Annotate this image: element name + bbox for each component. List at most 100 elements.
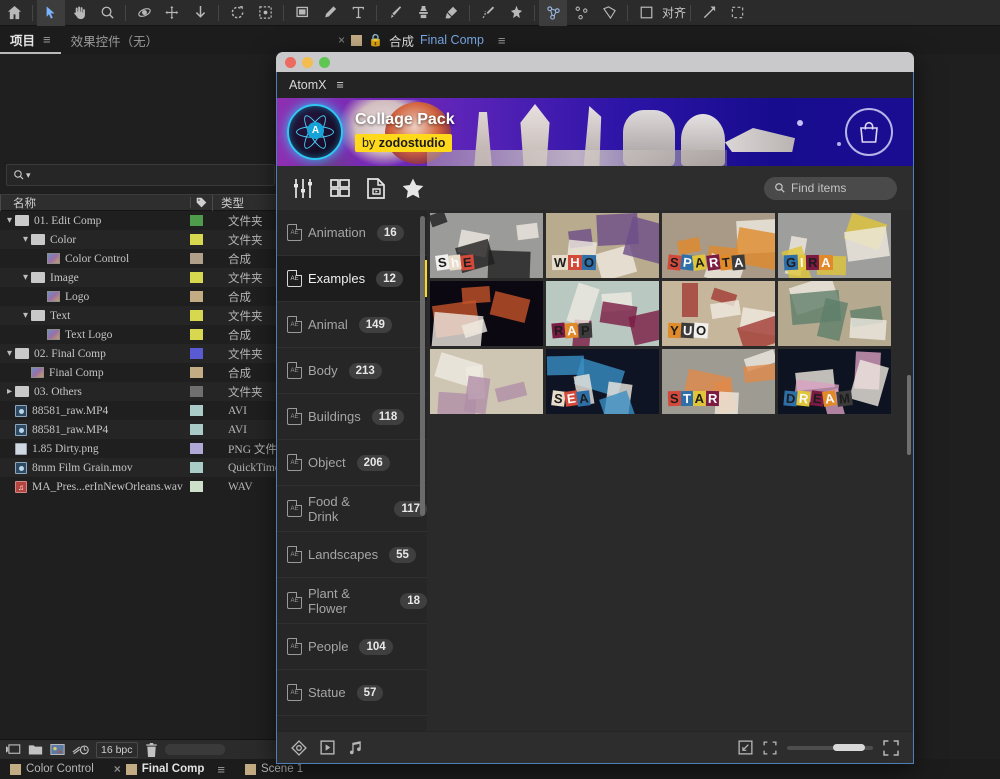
favorites-star-icon[interactable] [402, 178, 424, 199]
label-color-swatch[interactable] [190, 253, 228, 264]
rotation-tool-icon[interactable] [223, 0, 251, 26]
delete-icon[interactable] [145, 743, 158, 757]
new-folder-icon[interactable] [28, 743, 43, 756]
thumb-sea[interactable]: SEA [546, 349, 659, 414]
project-row[interactable]: 88581_raw.MP4AVI [0, 401, 281, 420]
lock-icon[interactable]: 🔒 [368, 33, 383, 47]
category-buildings[interactable]: AEBuildings118 [277, 394, 427, 440]
dolly-tool-icon[interactable] [186, 0, 214, 26]
label-color-swatch[interactable] [190, 405, 228, 416]
label-color-swatch[interactable] [190, 348, 228, 359]
media-file-icon[interactable] [367, 178, 385, 199]
project-row[interactable]: ▾Image文件夹 [0, 268, 281, 287]
composition-tab[interactable]: × 🔒 合成 Final Comp ≡ [330, 26, 514, 54]
timeline-tab-final-comp[interactable]: × Final Comp ≡ [104, 759, 235, 779]
eraser-tool-icon[interactable] [437, 0, 465, 26]
twirl-icon[interactable]: ▾ [4, 215, 15, 226]
project-row[interactable]: ▾01. Edit Comp文件夹 [0, 211, 281, 230]
grid-scrollbar[interactable] [907, 375, 911, 455]
thumb-dream[interactable]: DREAM [778, 349, 891, 414]
new-composition-icon[interactable] [50, 743, 65, 756]
region-of-interest-icon[interactable] [251, 0, 279, 26]
category-food-drink[interactable]: AEFood & Drink117 [277, 486, 427, 532]
twirl-icon[interactable]: ▾ [20, 234, 31, 245]
fullscreen-corners-icon[interactable] [883, 740, 899, 756]
project-row[interactable]: ▾02. Final Comp文件夹 [0, 344, 281, 363]
transform-box-icon[interactable] [723, 0, 751, 26]
promo-banner[interactable]: A Collage Pack by zodostudio [277, 98, 913, 166]
project-row[interactable]: ▸03. Others文件夹 [0, 382, 281, 401]
shopping-bag-icon[interactable] [845, 108, 893, 156]
type-tool-icon[interactable] [344, 0, 372, 26]
project-search-input[interactable]: ▾ [6, 164, 275, 186]
twirl-icon[interactable]: ▾ [4, 348, 15, 359]
project-row[interactable]: 1.85 Dirty.pngPNG 文件 [0, 439, 281, 458]
category-people[interactable]: AEPeople104 [277, 624, 427, 670]
category-scrollbar[interactable] [420, 216, 425, 516]
thumb-head[interactable] [778, 281, 891, 346]
project-settings-icon[interactable] [72, 743, 89, 756]
library-icon[interactable] [330, 178, 350, 198]
project-row[interactable]: ▾Text文件夹 [0, 306, 281, 325]
label-color-swatch[interactable] [190, 443, 228, 454]
home-icon[interactable] [0, 0, 28, 26]
project-row[interactable]: Color Control合成 [0, 249, 281, 268]
twirl-icon[interactable]: ▾ [20, 272, 31, 283]
label-color-swatch[interactable] [190, 291, 228, 302]
column-header-type[interactable]: 类型 [212, 195, 281, 211]
hand-tool-icon[interactable] [65, 0, 93, 26]
column-header-tag-icon[interactable] [190, 197, 212, 208]
selection-tool-icon[interactable] [37, 0, 65, 26]
category-body[interactable]: AEBody213 [277, 348, 427, 394]
label-color-swatch[interactable] [190, 234, 228, 245]
puppet-overlap-icon[interactable] [595, 0, 623, 26]
thumb-gira[interactable]: GIRA [778, 213, 891, 278]
label-color-swatch[interactable] [190, 272, 228, 283]
search-input[interactable]: Find items [764, 177, 897, 200]
timeline-tab-menu-icon[interactable]: ≡ [217, 762, 225, 777]
label-color-swatch[interactable] [190, 310, 228, 321]
window-minimize-icon[interactable] [302, 57, 313, 68]
thumb-rap[interactable]: RAP [546, 281, 659, 346]
expand-arrow-icon[interactable] [738, 740, 753, 755]
snapping-icon[interactable] [695, 0, 723, 26]
window-title-bar[interactable] [276, 52, 914, 72]
zoom-slider[interactable] [787, 746, 873, 750]
tab-project[interactable]: 项目 ≡ [0, 26, 61, 54]
orbit-tool-icon[interactable] [130, 0, 158, 26]
atomx-panel-menu-icon[interactable]: ≡ [337, 78, 344, 92]
label-color-swatch[interactable] [190, 481, 228, 492]
pan-tool-icon[interactable] [158, 0, 186, 26]
rigid-mask-icon[interactable] [539, 0, 567, 26]
bit-depth-label[interactable]: 16 bpc [96, 742, 138, 758]
zoom-tool-icon[interactable] [93, 0, 121, 26]
category-plant-flower[interactable]: AEPlant & Flower18 [277, 578, 427, 624]
project-row[interactable]: Final Comp合成 [0, 363, 281, 382]
project-row[interactable]: 88581_raw.MP4AVI [0, 420, 281, 439]
music-note-icon[interactable] [348, 740, 363, 756]
window-close-icon[interactable] [285, 57, 296, 68]
category-animal[interactable]: AEAnimal149 [277, 302, 427, 348]
label-color-swatch[interactable] [190, 367, 228, 378]
shape-tool-icon[interactable] [288, 0, 316, 26]
project-row[interactable]: 8mm Film Grain.movQuickTime [0, 458, 281, 477]
project-drop-slot[interactable] [165, 744, 225, 755]
thumb-star[interactable]: STAR [662, 349, 775, 414]
project-row[interactable]: Logo合成 [0, 287, 281, 306]
twirl-icon[interactable]: ▸ [4, 386, 15, 397]
fit-corners-icon[interactable] [763, 741, 777, 755]
thumb-space[interactable] [430, 281, 543, 346]
presets-icon[interactable] [293, 178, 313, 199]
preview-play-icon[interactable] [320, 740, 335, 755]
category-landscapes[interactable]: AELandscapes55 [277, 532, 427, 578]
twirl-icon[interactable]: ▾ [20, 310, 31, 321]
timeline-tab-color-control[interactable]: Color Control [0, 759, 104, 779]
thumb-vif[interactable] [430, 349, 543, 414]
puppet-starch-icon[interactable] [567, 0, 595, 26]
tab-project-menu-icon[interactable]: ≡ [43, 32, 51, 47]
category-statue[interactable]: AEStatue57 [277, 670, 427, 716]
thumb-sparta[interactable]: SPARTA [662, 213, 775, 278]
category-examples[interactable]: AEExamples12 [277, 256, 427, 302]
label-color-swatch[interactable] [190, 424, 228, 435]
label-color-swatch[interactable] [190, 215, 228, 226]
